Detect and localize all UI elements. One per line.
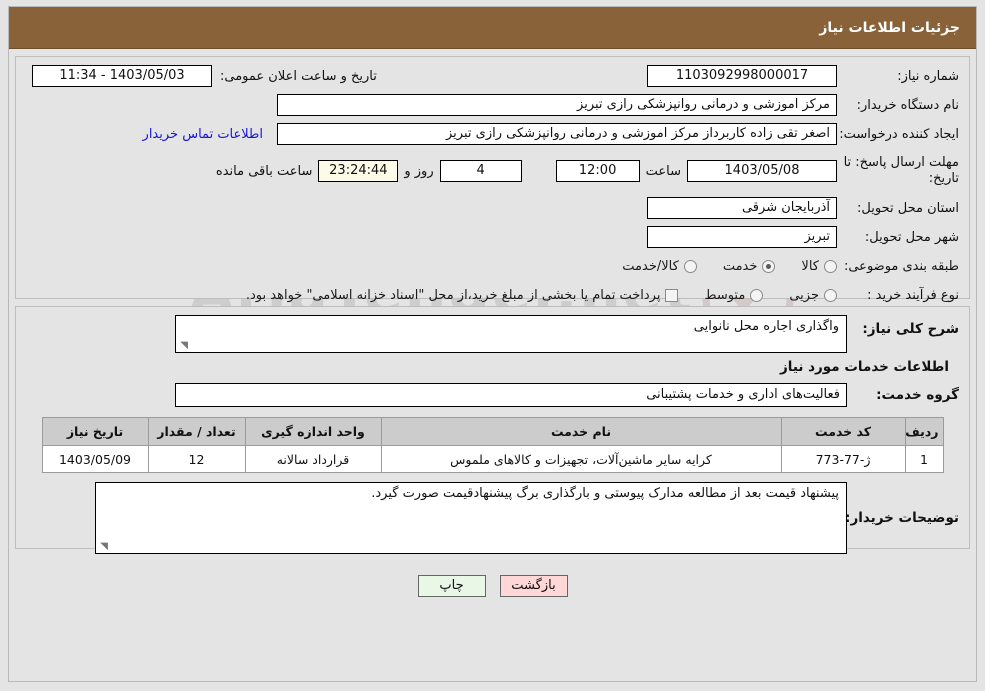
table-header-row: ردیف کد خدمت نام خدمت واحد اندازه گیری ت… <box>41 417 944 446</box>
general-desc-text: واگذاری اجاره محل نانوایی <box>693 319 839 334</box>
th-need-date: تاریخ نیاز <box>41 417 149 446</box>
days-and-label: روز و <box>404 163 434 179</box>
cell-service-name: کرایه سایر ماشین‌آلات، تجهیزات و کالاهای… <box>380 445 782 473</box>
radio-icon[interactable] <box>762 259 776 273</box>
deadline-date-value: 1403/05/08 <box>687 160 837 182</box>
city-value: تبریز <box>647 226 837 248</box>
radio-category-khedmat[interactable]: خدمت <box>723 259 776 274</box>
row-general-description: شرح کلی نیاز: واگذاری اجاره محل نانوایی … <box>16 315 969 353</box>
radio-category-kala[interactable]: کالا <box>801 259 837 274</box>
remaining-time-value: 23:24:44 <box>318 160 399 182</box>
deadline-hour-value: 12:00 <box>555 160 640 182</box>
cell-quantity: 12 <box>147 445 246 473</box>
radio-icon[interactable] <box>824 259 837 273</box>
resize-grip-icon[interactable]: ◥ <box>98 542 108 552</box>
radio-icon[interactable] <box>750 288 764 302</box>
radio-label: جزیی <box>789 287 819 303</box>
row-services-heading: اطلاعات خدمات مورد نیاز <box>16 359 969 375</box>
radio-icon[interactable] <box>683 259 697 273</box>
services-table: ردیف کد خدمت نام خدمت واحد اندازه گیری ت… <box>41 417 944 473</box>
table-row: 1 ژ-77-773 کرایه سایر ماشین‌آلات، تجهیزا… <box>41 445 944 473</box>
buyer-notes-text: پیشنهاد قیمت بعد از مطالعه مدارک پیوستی … <box>371 486 839 501</box>
th-service-name: نام خدمت <box>380 417 782 446</box>
radio-category-kala-khedmat[interactable]: کالا/خدمت <box>622 259 697 274</box>
th-row-index: ردیف <box>904 417 944 446</box>
service-group-value: فعالیت‌های اداری و خدمات پشتیبانی <box>175 383 847 407</box>
row-buyer-org: نام دستگاه خریدار: مرکز اموزشی و درمانی … <box>16 92 969 118</box>
deadline-label: مهلت ارسال پاسخ: تا تاریخ: <box>843 155 959 186</box>
row-province: استان محل تحویل: آذربایجان شرقی <box>16 195 969 221</box>
cell-need-date: 1403/05/09 <box>41 445 149 473</box>
radio-process-jozei[interactable]: جزیی <box>789 288 837 303</box>
remaining-days-value: 4 <box>439 160 522 182</box>
radio-label: متوسط <box>704 287 746 303</box>
checkbox-icon[interactable] <box>665 288 679 302</box>
general-desc-label: شرح کلی نیاز: <box>862 321 959 337</box>
radio-label: کالا <box>801 258 819 274</box>
creator-value: اصغر تقی زاده کاربرداز مرکز اموزشی و درم… <box>277 123 837 145</box>
row-process-type: نوع فرآیند خرید : جزیی متوسط پرداخت تمام… <box>16 282 969 308</box>
public-announce-value: 11:34 - 1403/05/03 <box>32 65 212 87</box>
radio-label: خدمت <box>722 258 758 274</box>
province-label: استان محل تحویل: <box>857 200 959 216</box>
row-deadline: مهلت ارسال پاسخ: تا تاریخ: 1403/05/08 سا… <box>16 150 969 192</box>
checkbox-label: پرداخت تمام یا بخشی از مبلغ خرید،از محل … <box>245 287 661 303</box>
need-number-value: 1103092998000017 <box>647 65 837 87</box>
buyer-contact-link[interactable]: اطلاعات تماس خریدار <box>143 127 263 142</box>
th-unit: واحد اندازه گیری <box>244 417 382 446</box>
buyer-org-value: مرکز اموزشی و درمانی روانپزشکی رازی تبری… <box>277 94 837 116</box>
buyer-notes-value: پیشنهاد قیمت بعد از مطالعه مدارک پیوستی … <box>95 482 847 554</box>
row-need-number: شماره نیاز: 1103092998000017 تاریخ و ساع… <box>16 63 969 89</box>
city-label: شهر محل تحویل: <box>864 229 959 245</box>
checkbox-islamic-treasury[interactable]: پرداخت تمام یا بخشی از مبلغ خرید،از محل … <box>246 288 679 303</box>
radio-icon[interactable] <box>824 288 837 302</box>
page-frame: جزئیات اطلاعات نیاز AriaTender.net شماره… <box>8 6 977 682</box>
row-category: طبقه بندی موضوعی: کالا خدمت کالا/خدمت <box>16 253 969 279</box>
print-button[interactable]: چاپ <box>417 575 486 597</box>
th-quantity: تعداد / مقدار <box>147 417 246 446</box>
row-buyer-notes: توضیحات خریدار: پیشنهاد قیمت بعد از مطال… <box>16 482 969 554</box>
resize-grip-icon[interactable]: ◥ <box>178 341 188 351</box>
province-value: آذربایجان شرقی <box>647 197 837 219</box>
back-button[interactable]: بازگشت <box>499 575 568 597</box>
public-announce-label: تاریخ و ساعت اعلان عمومی: <box>220 68 377 84</box>
creator-label: ایجاد کننده درخواست: <box>839 126 959 142</box>
need-number-label: شماره نیاز: <box>897 68 959 84</box>
footer-button-bar: بازگشت چاپ <box>15 556 970 616</box>
general-desc-value: واگذاری اجاره محل نانوایی ◥ <box>175 315 847 353</box>
service-group-label: گروه خدمت: <box>876 387 959 403</box>
category-label: طبقه بندی موضوعی: <box>843 258 959 274</box>
radio-label: کالا/خدمت <box>622 258 679 274</box>
buyer-org-label: نام دستگاه خریدار: <box>856 97 959 113</box>
row-city: شهر محل تحویل: تبریز <box>16 224 969 250</box>
row-service-group: گروه خدمت: فعالیت‌های اداری و خدمات پشتی… <box>16 383 969 407</box>
page-title-bar: جزئیات اطلاعات نیاز <box>9 7 976 49</box>
need-summary-panel: شماره نیاز: 1103092998000017 تاریخ و ساع… <box>15 56 970 303</box>
buyer-notes-label: توضیحات خریدار: <box>845 510 959 526</box>
services-section-title: اطلاعات خدمات مورد نیاز <box>779 359 949 375</box>
process-label: نوع فرآیند خرید : <box>867 287 959 303</box>
cell-service-code: ژ-77-773 <box>780 445 906 473</box>
cell-row-index: 1 <box>904 445 944 473</box>
page-title: جزئیات اطلاعات نیاز <box>819 19 960 36</box>
radio-process-motavaset[interactable]: متوسط <box>704 287 764 303</box>
need-details-panel: شرح کلی نیاز: واگذاری اجاره محل نانوایی … <box>15 306 970 554</box>
deadline-hour-label: ساعت <box>645 163 681 179</box>
cell-unit: قرارداد سالانه <box>244 445 382 473</box>
row-request-creator: ایجاد کننده درخواست: اصغر تقی زاده کاربر… <box>16 121 969 147</box>
remaining-suffix-label: ساعت باقی مانده <box>215 163 313 179</box>
th-service-code: کد خدمت <box>780 417 906 446</box>
